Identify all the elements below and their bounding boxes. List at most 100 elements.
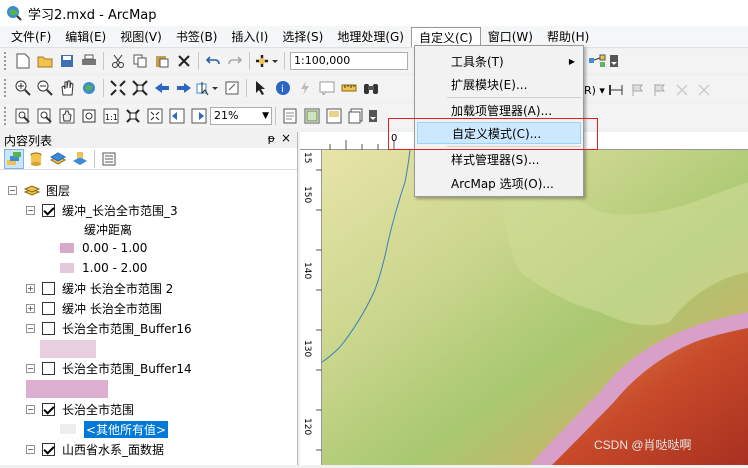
layout-forward-extent-icon[interactable] (189, 106, 209, 126)
expand-toggle[interactable]: + (26, 303, 35, 313)
menu-file[interactable]: 文件(F) (4, 27, 58, 47)
cut-icon[interactable] (108, 51, 128, 71)
menu-item-arcmap-options[interactable]: ArcMap 选项(O)... (417, 172, 581, 194)
map-scale-input[interactable]: 1:100,000 (290, 52, 408, 70)
delete-icon[interactable] (174, 51, 194, 71)
layer-visibility-checkbox[interactable] (42, 203, 55, 217)
open-folder-icon[interactable] (35, 51, 55, 71)
save-icon[interactable] (57, 51, 77, 71)
undo-icon[interactable] (203, 51, 223, 71)
tree-row-layer[interactable]: + 缓冲 长治全市范围 (26, 298, 162, 318)
toolbar-grip[interactable] (4, 107, 8, 125)
layout-back-extent-icon[interactable] (167, 106, 187, 126)
list-by-drawing-order-icon[interactable] (4, 148, 24, 169)
toggle-draft-mode-icon[interactable] (280, 106, 300, 126)
barrier-icon[interactable] (650, 80, 670, 100)
tree-row-layer[interactable]: + 缓冲 长治全市范围 2 (26, 278, 173, 298)
zoom-whole-page-icon[interactable] (79, 106, 99, 126)
expand-toggle[interactable]: + (26, 283, 35, 293)
zoom-100-icon[interactable]: 1:1 (101, 106, 121, 126)
select-elements-icon[interactable] (251, 78, 271, 98)
tree-row-layer[interactable]: − 长治全市范围_Buffer16 (26, 318, 192, 338)
measure-line-icon[interactable] (606, 80, 626, 100)
collapse-toggle[interactable]: − (26, 444, 35, 454)
layer-visibility-checkbox[interactable] (42, 402, 55, 416)
layout-fixed-zoom-in-icon[interactable] (123, 106, 143, 126)
clear-results-icon[interactable] (694, 80, 714, 100)
menu-item-toolbars[interactable]: 工具条(T) ▶ (417, 50, 581, 72)
collapse-toggle[interactable]: − (26, 404, 35, 414)
tree-row-layer[interactable]: − 山西省水系_面数据 (26, 439, 164, 459)
model-builder-icon[interactable] (587, 51, 607, 71)
focus-data-frame-icon[interactable] (302, 106, 322, 126)
layer-visibility-checkbox[interactable] (42, 301, 55, 315)
menu-windows[interactable]: 窗口(W) (481, 27, 540, 47)
list-by-selection-icon[interactable] (70, 149, 90, 169)
menu-customize[interactable]: 自定义(C) (410, 26, 481, 47)
clear-selection-icon[interactable] (222, 78, 242, 98)
toolbar-overflow-icon[interactable] (368, 106, 378, 126)
collapse-toggle[interactable]: − (26, 205, 35, 215)
layer-visibility-checkbox[interactable] (42, 442, 55, 456)
full-extent-icon[interactable] (79, 78, 99, 98)
pan-icon[interactable] (57, 78, 77, 98)
menu-edit[interactable]: 编辑(E) (58, 27, 113, 47)
legend-swatch[interactable] (60, 424, 76, 434)
fixed-zoom-in-icon[interactable] (108, 78, 128, 98)
legend-class[interactable]: <其他所有值> (60, 419, 169, 439)
legend-symbol-patch[interactable] (40, 340, 96, 358)
html-popup-icon[interactable] (317, 78, 337, 98)
layout-fixed-zoom-out-icon[interactable] (145, 106, 165, 126)
close-icon[interactable]: × (281, 131, 291, 145)
layer-visibility-checkbox[interactable] (42, 361, 55, 375)
legend-swatch[interactable] (60, 243, 74, 253)
tree-row-layer[interactable]: − 缓冲_长治全市范围_3 (26, 200, 178, 220)
select-features-icon[interactable] (196, 78, 220, 98)
hyperlink-icon[interactable] (295, 78, 315, 98)
zoom-in-icon[interactable] (13, 78, 33, 98)
legend-swatch[interactable] (60, 263, 74, 273)
find-icon[interactable] (361, 78, 381, 98)
menu-view[interactable]: 视图(V) (113, 27, 169, 47)
tree-row-layer[interactable]: − 长治全市范围_Buffer14 (26, 358, 192, 378)
menu-item-extensions[interactable]: 扩展模块(E)... (417, 73, 581, 95)
layer-visibility-checkbox[interactable] (42, 281, 55, 295)
collapse-toggle[interactable]: − (8, 185, 17, 195)
identify-icon[interactable]: i (273, 78, 293, 98)
legend-symbol-patch[interactable] (26, 380, 108, 398)
legend-class[interactable]: 1.00 - 2.00 (60, 258, 147, 278)
menu-item-style-manager[interactable]: 样式管理器(S)... (417, 148, 581, 170)
layer-visibility-checkbox[interactable] (42, 321, 55, 335)
toc-options-icon[interactable] (99, 149, 119, 169)
data-driven-pages-icon[interactable] (346, 106, 366, 126)
flag-icon[interactable] (628, 80, 648, 100)
list-by-source-icon[interactable] (26, 149, 46, 169)
layout-zoom-in-icon[interactable] (13, 106, 33, 126)
toolbar-grip[interactable] (4, 79, 8, 97)
print-icon[interactable] (79, 51, 99, 71)
copy-icon[interactable] (130, 51, 150, 71)
layout-zoom-select[interactable]: 21% ▼ (210, 107, 272, 125)
toolbar-overflow-icon[interactable] (609, 51, 619, 71)
layout-pan-icon[interactable] (57, 106, 77, 126)
legend-class[interactable]: 0.00 - 1.00 (60, 238, 147, 258)
solve-icon[interactable] (672, 80, 692, 100)
redo-icon[interactable] (225, 51, 245, 71)
measure-icon[interactable] (339, 78, 359, 98)
menu-help[interactable]: 帮助(H) (540, 27, 596, 47)
selected-legend-label[interactable]: <其他所有值> (84, 420, 169, 438)
pin-icon[interactable]: ᵽ (268, 132, 275, 145)
paste-icon[interactable] (152, 51, 172, 71)
new-document-icon[interactable] (13, 51, 33, 71)
menu-bookmarks[interactable]: 书签(B) (169, 27, 225, 47)
tree-row-layers-root[interactable]: − 图层 (8, 180, 70, 200)
back-extent-icon[interactable] (152, 78, 172, 98)
list-by-visibility-icon[interactable] (48, 149, 68, 169)
collapse-toggle[interactable]: − (26, 363, 35, 373)
zoom-out-icon[interactable] (35, 78, 55, 98)
add-data-icon[interactable] (254, 51, 280, 71)
menu-selection[interactable]: 选择(S) (275, 27, 330, 47)
fixed-zoom-out-icon[interactable] (130, 78, 150, 98)
layout-zoom-out-icon[interactable] (35, 106, 55, 126)
menu-insert[interactable]: 插入(I) (224, 27, 275, 47)
